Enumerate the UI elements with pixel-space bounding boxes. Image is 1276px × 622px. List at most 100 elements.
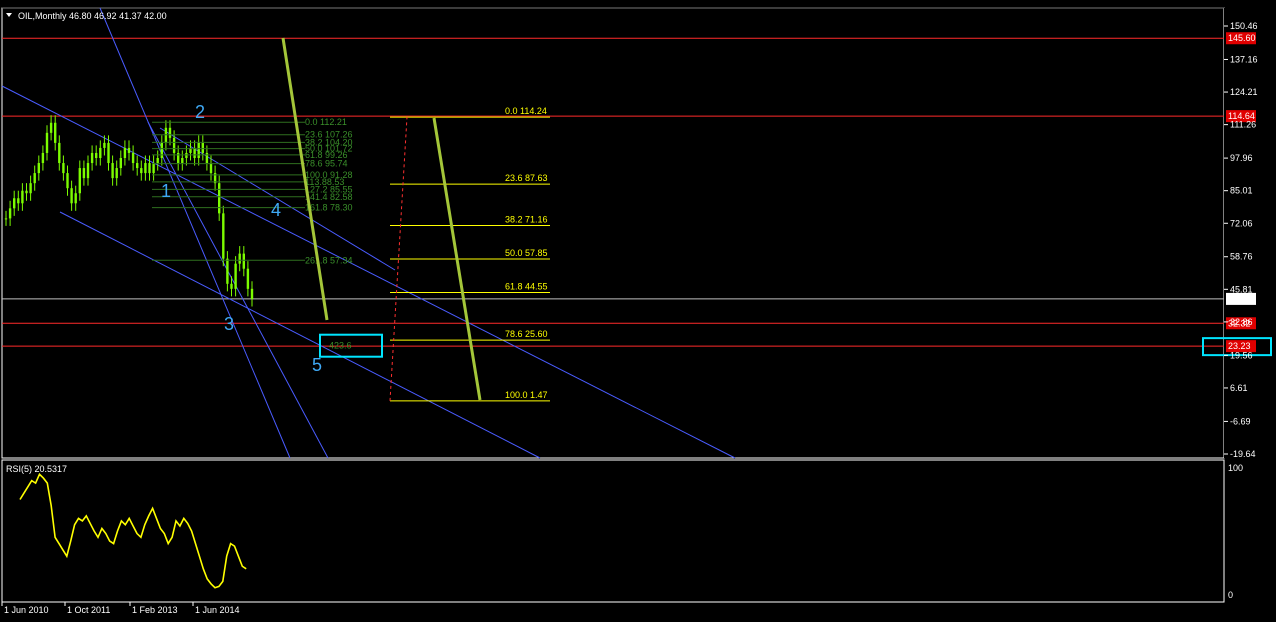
candle-body [8,208,12,219]
candle-body [90,152,94,164]
rsi-tick-label: 100 [1228,463,1243,473]
wave-label: 3 [224,314,234,334]
fib-left-label: 78.6 95.74 [305,159,348,169]
time-axis: 1 Jun 2010 1 Oct 2011 1 Feb 2013 1 Jun 2014 [1,602,240,615]
candle-body [238,253,241,264]
candle-body [49,122,53,133]
candle-body [160,142,163,158]
candle-body [230,283,233,289]
price-tick-label: 58.76 [1230,252,1253,262]
candle-body [70,188,73,204]
candle-body [185,152,188,158]
time-tick-label: 1 Jun 2010 [4,605,49,615]
main-chart-frame [1,7,1225,459]
candle-body [41,152,45,164]
price-tick-label: 111.26 [1230,120,1256,130]
price-tick-label: 150.46 [1230,21,1258,31]
candle-body [119,157,122,169]
wave-label: 1 [161,181,171,201]
candle-body [66,173,69,189]
candle-body [156,157,159,164]
price-tick-label: 45.81 [1230,284,1253,294]
candle-body [250,288,254,299]
candle-body [226,258,229,284]
price-tick-label: -6.69 [1230,416,1251,426]
candle-body [21,190,24,204]
fib-right-label: 61.8 44.55 [505,281,548,291]
time-tick-label: 1 Feb 2013 [132,605,178,615]
candle-body [62,163,65,174]
rsi-pane-frame [1,459,1225,603]
price-tick-label: 32.86 [1230,317,1253,327]
price-tick-label: 19.56 [1230,350,1253,360]
candle-body [140,168,143,174]
price-tick-label: 97.96 [1230,153,1253,163]
price-tick-label: 6.61 [1230,383,1248,393]
rsi-header: RSI(5) 20.5317 [6,464,67,474]
candle-body [107,142,110,164]
fib-left-label: 423.6 [329,341,352,351]
candle-body [74,193,77,204]
price-tick-label: 85.01 [1230,186,1253,196]
candle-body [164,127,168,143]
candle-body [234,263,237,289]
wave-label: 5 [312,355,322,375]
candle-body [58,142,61,164]
candle-body [123,147,127,158]
candle-body [103,142,106,148]
candle-body [131,152,135,164]
candle-body [99,147,102,158]
candle-body [82,168,86,179]
price-tag-label: 42.00 [1228,294,1251,304]
fib-right-label: 78.6 25.60 [505,329,548,339]
time-tick-label: 1 Oct 2011 [67,605,110,615]
fib-left-label: 261.8 57.34 [305,255,353,265]
fib-right-label: 23.6 87.63 [505,173,548,183]
chart-window: 145.60114.6442.0032.3223.23 0.0 112.2123… [1,7,1274,615]
price-tick-label: 124.21 [1230,87,1258,97]
candle-body [86,163,90,179]
candle-body [17,198,20,204]
candle-body [209,163,213,174]
candle-body [95,152,98,158]
fib-right-label: 38.2 71.16 [505,215,548,225]
candle-body [37,163,40,174]
candle-body [168,127,172,138]
candle-body [222,213,225,259]
candle-body [13,198,16,209]
candle-body [115,168,118,179]
fib-right-label: 50.0 57.85 [505,248,548,258]
candle-body [246,268,250,289]
candle-body [148,163,151,174]
wave-label: 4 [271,200,281,220]
fib-left-label: 0.0 112.21 [305,117,347,127]
candle-body [29,183,32,194]
fib-right-label: 100.0 1.47 [505,390,548,400]
wave-label: 2 [195,102,205,122]
fib-right-label: 0.0 114.24 [505,106,547,116]
price-tag-label: 145.60 [1228,33,1256,43]
candle-body [242,253,245,269]
candle-body [136,163,139,169]
candle-body [78,168,81,194]
candle-body [144,163,147,174]
symbol-header: OIL,Monthly 46.80 46.92 41.37 42.00 [18,11,167,21]
candle-body [45,132,49,153]
candle-body [152,163,155,174]
price-tick-label: -19.64 [1230,449,1256,459]
rsi-tick-label: 0 [1228,590,1233,600]
candle-body [197,142,200,158]
candle-body [111,163,114,179]
time-tick-label: 1 Jun 2014 [195,605,240,615]
candle-body [193,147,196,158]
price-tick-label: 72.06 [1230,218,1253,228]
fib-left-label: 141.4 82.58 [305,192,353,202]
candle-body [181,157,184,164]
candle-body [127,147,131,153]
candle-body [218,183,221,214]
candle-body [33,173,36,184]
candle-body [172,137,176,153]
candle-body [54,122,57,143]
candle-body [4,218,8,220]
candle-body [25,190,28,194]
